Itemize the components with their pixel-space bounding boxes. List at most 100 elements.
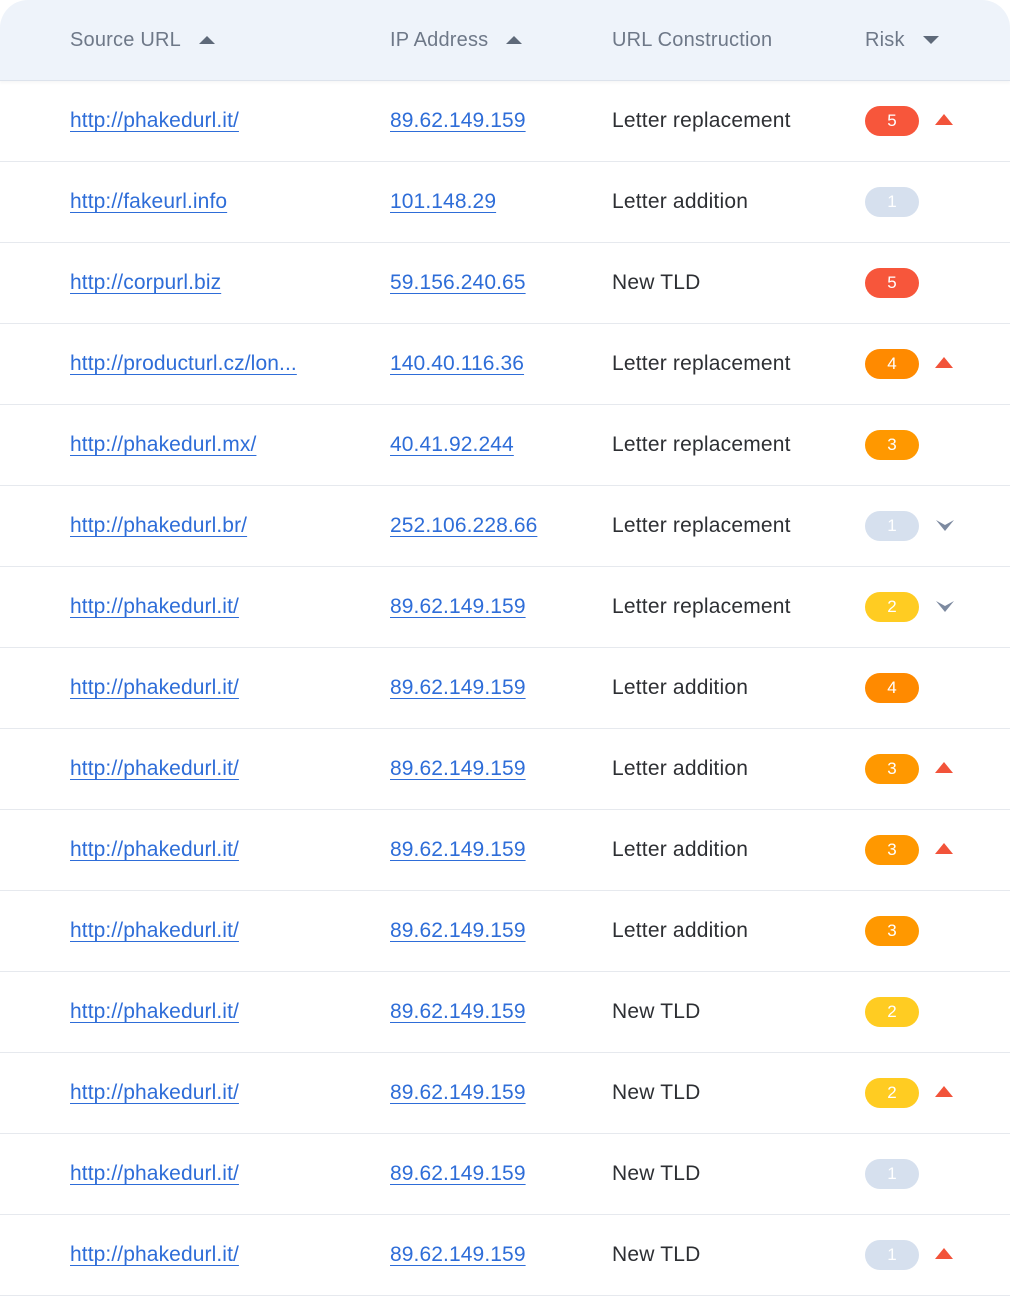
table-row: http://phakedurl.it/89.62.149.159 Letter … bbox=[0, 81, 1010, 162]
risk-cell: 2 bbox=[865, 972, 919, 1052]
ip-address-link[interactable]: 140.40.116.36 bbox=[390, 352, 524, 376]
source-url-link[interactable]: http://producturl.cz/lon... bbox=[70, 352, 297, 376]
risk-badge: 1 bbox=[865, 511, 919, 541]
source-url-link[interactable]: http://phakedurl.it/ bbox=[70, 838, 239, 862]
risk-trend-up-icon bbox=[935, 324, 953, 404]
table-row: http://phakedurl.it/89.62.149.159 New TLD… bbox=[0, 1134, 1010, 1215]
ip-address-link[interactable]: 89.62.149.159 bbox=[390, 757, 526, 781]
risk-trend-up-icon bbox=[935, 810, 953, 890]
source-url-link[interactable]: http://phakedurl.it/ bbox=[70, 595, 239, 619]
source-url-link[interactable]: http://phakedurl.it/ bbox=[70, 919, 239, 943]
table-row: http://fakeurl.info 101.148.29 Letter addi… bbox=[0, 162, 1010, 243]
url-construction-text: New TLD bbox=[612, 1162, 701, 1185]
ip-address-cell: 89.62.149.159 bbox=[390, 567, 526, 647]
ip-address-link[interactable]: 89.62.149.159 bbox=[390, 595, 526, 619]
source-url-cell: http://phakedurl.it/ bbox=[70, 648, 239, 728]
source-url-link[interactable]: http://corpurl.biz bbox=[70, 271, 221, 295]
url-construction-text: New TLD bbox=[612, 1243, 701, 1266]
url-construction-text: Letter addition bbox=[612, 757, 749, 780]
url-construction-text: Letter replacement bbox=[612, 595, 791, 618]
column-header-label: IP Address bbox=[390, 28, 489, 51]
source-url-cell: http://producturl.cz/lon... bbox=[70, 324, 297, 404]
column-header-ip-address[interactable]: IP Address bbox=[390, 0, 523, 80]
url-construction-text: Letter replacement bbox=[612, 433, 791, 456]
table-row: http://phakedurl.it/89.62.149.159 Letter … bbox=[0, 648, 1010, 729]
risk-trend-up-icon bbox=[935, 729, 953, 809]
source-url-cell: http://phakedurl.it/ bbox=[70, 729, 239, 809]
ip-address-link[interactable]: 40.41.92.244 bbox=[390, 433, 514, 457]
url-construction-text: Letter addition bbox=[612, 919, 749, 942]
risk-cell: 2 bbox=[865, 567, 919, 647]
table-row: http://producturl.cz/lon... 140.40.116.36… bbox=[0, 324, 1010, 405]
source-url-link[interactable]: http://phakedurl.it/ bbox=[70, 676, 239, 700]
source-url-cell: http://phakedurl.it/ bbox=[70, 567, 239, 647]
column-header-risk[interactable]: Risk bbox=[865, 0, 939, 80]
sort-ascending-icon[interactable] bbox=[506, 36, 523, 44]
risk-badge: 3 bbox=[865, 916, 919, 946]
source-url-cell: http://fakeurl.info bbox=[70, 162, 227, 242]
table-row: http://phakedurl.it/89.62.149.159 Letter … bbox=[0, 810, 1010, 891]
risk-badge: 2 bbox=[865, 592, 919, 622]
column-header-source-url[interactable]: Source URL bbox=[70, 0, 215, 80]
source-url-cell: http://corpurl.biz bbox=[70, 243, 221, 323]
risk-badge: 1 bbox=[865, 187, 919, 217]
ip-address-cell: 252.106.228.66 bbox=[390, 486, 537, 566]
source-url-link[interactable]: http://phakedurl.it/ bbox=[70, 1081, 239, 1105]
ip-address-link[interactable]: 89.62.149.159 bbox=[390, 838, 526, 862]
column-header-label: URL Construction bbox=[612, 28, 773, 51]
risk-badge: 5 bbox=[865, 268, 919, 298]
risk-cell: 3 bbox=[865, 810, 919, 890]
source-url-link[interactable]: http://phakedurl.mx/ bbox=[70, 433, 256, 457]
source-url-link[interactable]: http://fakeurl.info bbox=[70, 190, 227, 214]
column-header-url-construction[interactable]: URL Construction bbox=[612, 0, 772, 80]
table-row: http://phakedurl.it/89.62.149.159 New TLD… bbox=[0, 1053, 1010, 1134]
ip-address-link[interactable]: 89.62.149.159 bbox=[390, 109, 526, 133]
source-url-cell: http://phakedurl.it/ bbox=[70, 1215, 239, 1295]
ip-address-link[interactable]: 89.62.149.159 bbox=[390, 919, 526, 943]
risk-badge: 3 bbox=[865, 835, 919, 865]
ip-address-link[interactable]: 101.148.29 bbox=[390, 190, 496, 214]
source-url-link[interactable]: http://phakedurl.it/ bbox=[70, 1243, 239, 1267]
table-row: http://phakedurl.mx/40.41.92.244 Letter r… bbox=[0, 405, 1010, 486]
risk-cell: 5 bbox=[865, 243, 919, 323]
table-row: http://phakedurl.it/89.62.149.159 Letter … bbox=[0, 567, 1010, 648]
ip-address-cell: 89.62.149.159 bbox=[390, 1215, 526, 1295]
sort-descending-icon[interactable] bbox=[922, 36, 939, 44]
column-header-label: Risk bbox=[865, 28, 905, 51]
url-construction-text: New TLD bbox=[612, 271, 701, 294]
url-construction-text: Letter addition bbox=[612, 838, 749, 861]
risk-badge: 4 bbox=[865, 349, 919, 379]
ip-address-link[interactable]: 89.62.149.159 bbox=[390, 1243, 526, 1267]
source-url-link[interactable]: http://phakedurl.br/ bbox=[70, 514, 247, 538]
ip-address-link[interactable]: 59.156.240.65 bbox=[390, 271, 526, 295]
ip-address-link[interactable]: 89.62.149.159 bbox=[390, 676, 526, 700]
url-construction-text: New TLD bbox=[612, 1081, 701, 1104]
table-row: http://phakedurl.it/89.62.149.159 Letter … bbox=[0, 891, 1010, 972]
table-row: http://phakedurl.br/252.106.228.66 Letter… bbox=[0, 486, 1010, 567]
ip-address-link[interactable]: 89.62.149.159 bbox=[390, 1081, 526, 1105]
table-header: Source URL IP Address URL Construction R… bbox=[0, 0, 1010, 81]
source-url-link[interactable]: http://phakedurl.it/ bbox=[70, 109, 239, 133]
ip-address-link[interactable]: 252.106.228.66 bbox=[390, 514, 537, 538]
source-url-cell: http://phakedurl.it/ bbox=[70, 1134, 239, 1214]
risk-cell: 3 bbox=[865, 891, 919, 971]
ip-address-link[interactable]: 89.62.149.159 bbox=[390, 1000, 526, 1024]
ip-address-cell: 89.62.149.159 bbox=[390, 972, 526, 1052]
source-url-link[interactable]: http://phakedurl.it/ bbox=[70, 757, 239, 781]
source-url-link[interactable]: http://phakedurl.it/ bbox=[70, 1162, 239, 1186]
risk-cell: 1 bbox=[865, 486, 919, 566]
table-body: http://phakedurl.it/89.62.149.159 Letter … bbox=[0, 81, 1010, 1296]
ip-address-cell: 140.40.116.36 bbox=[390, 324, 524, 404]
risk-badge: 2 bbox=[865, 1078, 919, 1108]
source-url-cell: http://phakedurl.it/ bbox=[70, 81, 239, 161]
risk-cell: 1 bbox=[865, 162, 919, 242]
url-construction-text: Letter addition bbox=[612, 676, 749, 699]
risk-badge: 3 bbox=[865, 430, 919, 460]
source-url-link[interactable]: http://phakedurl.it/ bbox=[70, 1000, 239, 1024]
sort-ascending-icon[interactable] bbox=[198, 36, 215, 44]
url-construction-text: Letter addition bbox=[612, 190, 749, 213]
ip-address-cell: 40.41.92.244 bbox=[390, 405, 514, 485]
source-url-cell: http://phakedurl.it/ bbox=[70, 972, 239, 1052]
phishing-url-table: Source URL IP Address URL Construction R… bbox=[0, 0, 1010, 1299]
ip-address-link[interactable]: 89.62.149.159 bbox=[390, 1162, 526, 1186]
